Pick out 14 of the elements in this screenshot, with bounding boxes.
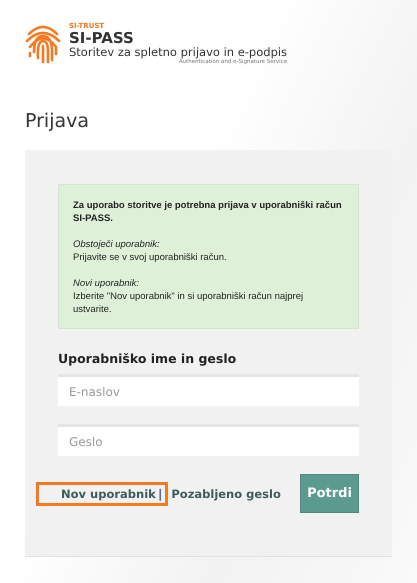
page-title: Prijava — [25, 110, 90, 132]
notice-text: Prijavite se v svoj uporabniški račun. — [73, 251, 228, 264]
separator: | — [156, 486, 162, 500]
notice-heading: Obstoječi uporabnik: — [73, 238, 161, 251]
tagline: Storitev za spletno prijavo in e-podpis — [69, 46, 288, 59]
notice-intro: Za uporabo storitve je potrebna prijava v uporabniški račun SI-PASS. — [73, 199, 343, 225]
link[interactable]: Nov uporabnik | — [36, 482, 168, 506]
form-heading: Uporabniško ime in geslo — [58, 351, 238, 366]
notice-heading: Novi uporabnik: — [73, 277, 140, 290]
notice-text: Izberite "Nov uporabnik" in si uporabniški račun najprej ustvarite. — [73, 290, 304, 316]
input-field[interactable]: Geslo — [58, 424, 359, 456]
input-field[interactable]: E-naslov — [58, 374, 359, 406]
product-name: SI-PASS — [69, 30, 135, 46]
link[interactable]: Pozabljeno geslo — [168, 482, 287, 506]
